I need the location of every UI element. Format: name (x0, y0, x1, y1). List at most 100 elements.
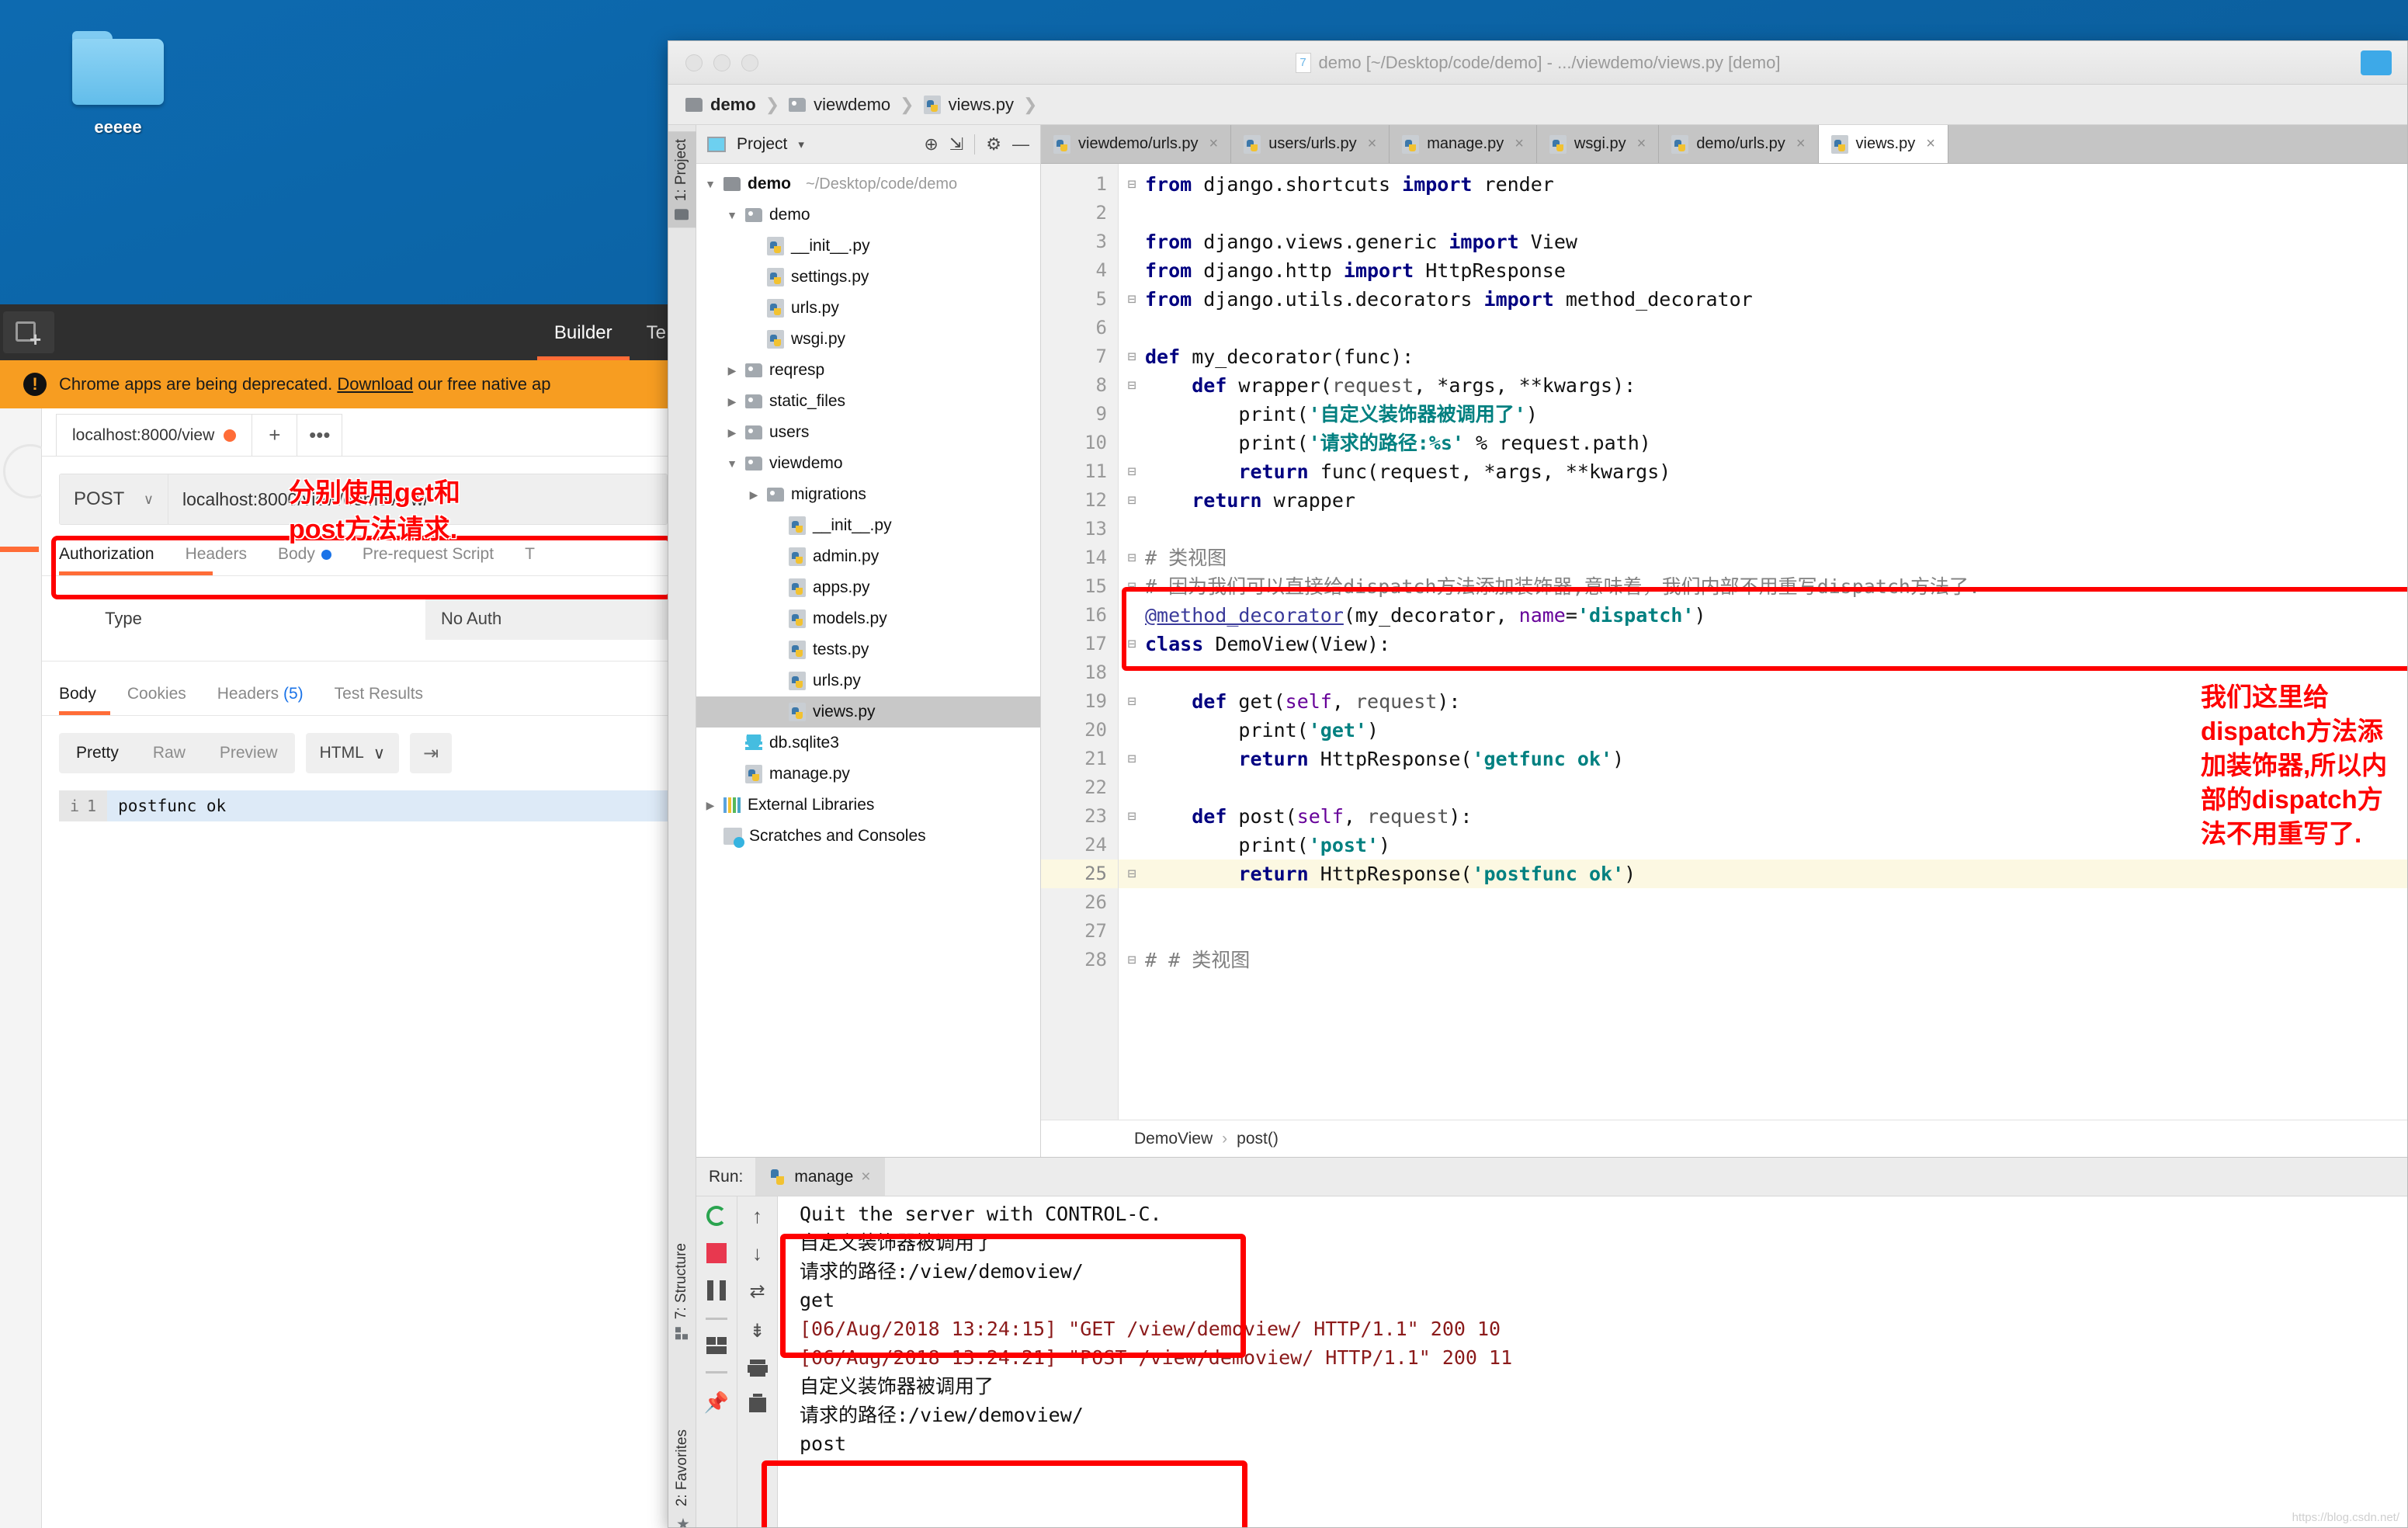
word-wrap-icon[interactable]: ⇥ (410, 733, 453, 773)
tab-pre-request-script[interactable]: Pre-request Script (363, 545, 494, 564)
breadcrumb-item-demo[interactable]: demo (685, 95, 762, 115)
fold-marker-icon[interactable]: ⊟ (1119, 486, 1145, 515)
locate-icon[interactable]: ⊕ (924, 134, 938, 155)
fold-marker-icon[interactable]: ⊟ (1119, 572, 1145, 601)
tree-item-scratches-and-consoles[interactable]: Scratches and Consoles (696, 821, 1040, 852)
soft-wrap-icon[interactable]: ⇄ (749, 1280, 765, 1303)
tree-item--init-py[interactable]: __init__.py (696, 231, 1040, 262)
run-config-tab[interactable]: manage × (755, 1158, 885, 1196)
editor-tab-views-py[interactable]: views.py × (1818, 125, 1948, 163)
editor-tab-manage-py[interactable]: manage.py × (1390, 125, 1537, 163)
close-icon[interactable]: × (1637, 135, 1646, 153)
request-tab[interactable]: localhost:8000/view (56, 414, 253, 456)
close-icon[interactable]: × (1368, 135, 1377, 153)
tree-item-settings-py[interactable]: settings.py (696, 262, 1040, 293)
code-folding-gutter[interactable]: ⊟ ⊟ ⊟ ⊟ ⊟ ⊟ ⊟ ⊟ ⊟ ⊟ ⊟ ⊟ ⊟ ⊟ (1119, 164, 1145, 1120)
auth-type-select[interactable]: No Auth (425, 597, 682, 640)
tab-authorization[interactable]: Authorization (59, 545, 154, 564)
editor-tab-users-urls-py[interactable]: users/urls.py × (1231, 125, 1390, 163)
scroll-to-end-icon[interactable]: ⇟ (749, 1320, 765, 1342)
fold-marker-icon[interactable]: ⊟ (1119, 342, 1145, 371)
fold-marker-icon[interactable]: ⊟ (1119, 170, 1145, 199)
tree-item-urls-py[interactable]: urls.py (696, 665, 1040, 696)
sidebar-item-structure[interactable]: 7: Structure (668, 1235, 696, 1347)
fold-marker-icon[interactable]: ⊟ (1119, 802, 1145, 831)
view-mode-raw[interactable]: Raw (136, 744, 203, 762)
chevron-right-icon[interactable]: ▶ (748, 488, 760, 502)
close-icon[interactable]: × (1209, 135, 1219, 153)
tree-item-urls-py[interactable]: urls.py (696, 293, 1040, 324)
breadcrumb-method[interactable]: post() (1237, 1130, 1279, 1148)
tab-response-body[interactable]: Body (59, 685, 96, 703)
trash-icon[interactable] (748, 1394, 766, 1413)
add-tab-button[interactable]: + (252, 414, 298, 456)
view-mode-preview[interactable]: Preview (203, 744, 295, 762)
tree-item-static-files[interactable]: ▶ static_files (696, 386, 1040, 417)
tree-item-users[interactable]: ▶ users (696, 417, 1040, 448)
rerun-icon[interactable] (706, 1206, 727, 1227)
scroll-up-icon[interactable]: ↑ (752, 1206, 762, 1226)
breadcrumb-item-viewdemo[interactable]: viewdemo (789, 95, 897, 115)
chevron-down-icon[interactable]: ▾ (798, 137, 804, 151)
fold-marker-icon[interactable]: ⊟ (1119, 860, 1145, 888)
tree-item-viewdemo[interactable]: ▼ viewdemo (696, 448, 1040, 479)
tree-item-apps-py[interactable]: apps.py (696, 572, 1040, 603)
tree-item-migrations[interactable]: ▶ migrations (696, 479, 1040, 510)
tab-test-results[interactable]: Test Results (335, 685, 423, 703)
breadcrumb-class[interactable]: DemoView (1134, 1130, 1213, 1148)
tab-cookies[interactable]: Cookies (127, 685, 186, 703)
tree-item-views-py[interactable]: views.py (696, 696, 1040, 728)
chevron-down-icon[interactable]: ▼ (726, 209, 738, 221)
close-icon[interactable]: × (1796, 135, 1806, 153)
tree-item-demo[interactable]: ▼ demo ~/Desktop/code/demo (696, 168, 1040, 200)
chevron-down-icon[interactable]: ▼ (726, 457, 738, 470)
print-icon[interactable] (747, 1360, 768, 1377)
minimize-icon[interactable]: — (1012, 134, 1029, 155)
tree-item-reqresp[interactable]: ▶ reqresp (696, 355, 1040, 386)
tree-item-models-py[interactable]: models.py (696, 603, 1040, 634)
tree-item--init-py[interactable]: __init__.py (696, 510, 1040, 541)
pause-icon[interactable] (707, 1280, 726, 1301)
close-icon[interactable]: × (1515, 135, 1524, 153)
fold-marker-icon[interactable]: ⊟ (1119, 630, 1145, 658)
editor-tab-wsgi-py[interactable]: wsgi.py × (1536, 125, 1660, 163)
sidebar-item-project[interactable]: 1: Project (668, 131, 696, 228)
tab-body[interactable]: Body (278, 545, 331, 564)
scroll-down-icon[interactable]: ↓ (752, 1243, 762, 1263)
sidebar-item-favorites[interactable]: ★ 2: Favorites (668, 1422, 698, 1527)
fold-marker-icon[interactable]: ⊟ (1119, 371, 1145, 400)
editor-tab-demo-urls-py[interactable]: demo/urls.py × (1659, 125, 1819, 163)
tab-response-headers[interactable]: Headers (5) (217, 685, 304, 703)
tree-item-demo[interactable]: ▼ demo (696, 200, 1040, 231)
chevron-right-icon[interactable]: ▶ (726, 395, 738, 408)
chevron-right-icon[interactable]: ▶ (704, 799, 717, 812)
pin-icon[interactable]: 📌 (704, 1391, 729, 1415)
tab-tests[interactable]: T (525, 545, 535, 564)
request-url-input[interactable]: localhost:8000/view/demoview/ (168, 474, 667, 524)
tree-item-manage-py[interactable]: manage.py (696, 759, 1040, 790)
fold-marker-icon[interactable]: ⊟ (1119, 946, 1145, 974)
close-icon[interactable]: × (1926, 135, 1935, 153)
tree-item-tests-py[interactable]: tests.py (696, 634, 1040, 665)
response-format-select[interactable]: HTML ∨ (305, 733, 400, 773)
fold-marker-icon[interactable]: ⊟ (1119, 285, 1145, 314)
tree-item-wsgi-py[interactable]: wsgi.py (696, 324, 1040, 355)
more-tabs-button[interactable]: ••• (297, 414, 343, 456)
tab-builder[interactable]: Builder (536, 322, 630, 360)
close-icon[interactable]: × (861, 1168, 870, 1186)
stop-icon[interactable] (706, 1243, 727, 1264)
gear-icon[interactable]: ⚙ (986, 134, 1001, 155)
http-method-select[interactable]: POST ∨ (60, 474, 168, 524)
layout-icon[interactable] (706, 1337, 727, 1355)
code-text[interactable]: from django.shortcuts import render from… (1145, 164, 2407, 1120)
chevron-right-icon[interactable]: ▶ (726, 364, 738, 377)
fold-marker-icon[interactable]: ⊟ (1119, 745, 1145, 773)
tree-item-admin-py[interactable]: admin.py (696, 541, 1040, 572)
chevron-down-icon[interactable]: ▼ (704, 178, 717, 190)
fold-marker-icon[interactable]: ⊟ (1119, 543, 1145, 572)
download-link[interactable]: Download (337, 374, 413, 394)
collapse-all-icon[interactable]: ⇲ (949, 134, 963, 155)
chevron-right-icon[interactable]: ▶ (726, 426, 738, 439)
fold-marker-icon[interactable]: ⊟ (1119, 687, 1145, 716)
breadcrumb-item-viewspy[interactable]: views.py (923, 95, 1020, 115)
